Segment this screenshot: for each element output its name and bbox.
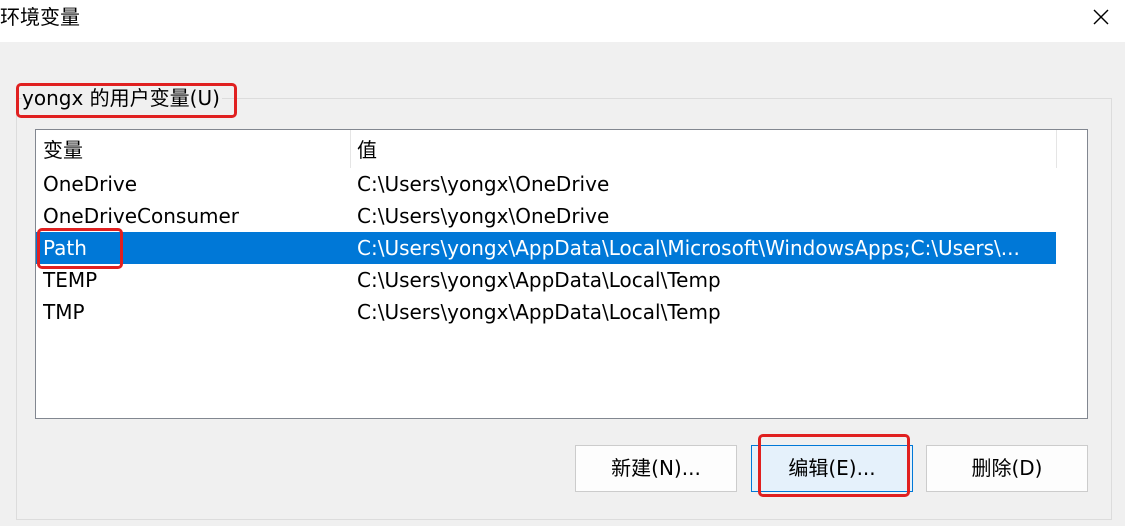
list-header: 变量 值 (36, 130, 1087, 168)
delete-button[interactable]: 删除(D) (926, 445, 1088, 492)
close-icon (1093, 9, 1109, 25)
table-row[interactable]: TMP C:\Users\yongx\AppData\Local\Temp (36, 296, 1056, 328)
table-row[interactable]: OneDrive C:\Users\yongx\OneDrive (36, 168, 1056, 200)
table-row[interactable]: OneDriveConsumer C:\Users\yongx\OneDrive (36, 200, 1056, 232)
title-bar: 环境变量 (0, 0, 1125, 42)
variable-name: TEMP (43, 268, 98, 292)
variable-name: Path (43, 236, 87, 260)
variable-value: C:\Users\yongx\OneDrive (357, 172, 610, 196)
close-button[interactable] (1083, 0, 1119, 34)
window-title: 环境变量 (0, 5, 80, 29)
edit-button[interactable]: 编辑(E)... (751, 445, 913, 492)
variable-value: C:\Users\yongx\AppData\Local\Temp (357, 268, 721, 292)
variable-name: OneDrive (43, 172, 138, 196)
variable-name: OneDriveConsumer (43, 204, 240, 228)
variable-value: C:\Users\yongx\AppData\Local\Microsoft\W… (357, 236, 1020, 260)
user-variables-label: yongx 的用户变量(U) (22, 84, 222, 112)
variable-name: TMP (43, 300, 85, 324)
table-row-selected[interactable]: Path C:\Users\yongx\AppData\Local\Micros… (36, 232, 1056, 264)
user-variables-list[interactable]: 变量 值 OneDrive C:\Users\yongx\OneDrive On… (35, 129, 1088, 419)
table-row[interactable]: TEMP C:\Users\yongx\AppData\Local\Temp (36, 264, 1056, 296)
new-button[interactable]: 新建(N)... (575, 445, 737, 492)
column-separator[interactable] (350, 130, 351, 168)
column-header-variable[interactable]: 变量 (43, 137, 83, 163)
column-separator[interactable] (1056, 130, 1057, 168)
column-header-value[interactable]: 值 (357, 137, 377, 163)
variable-value: C:\Users\yongx\AppData\Local\Temp (357, 300, 721, 324)
variable-value: C:\Users\yongx\OneDrive (357, 204, 610, 228)
